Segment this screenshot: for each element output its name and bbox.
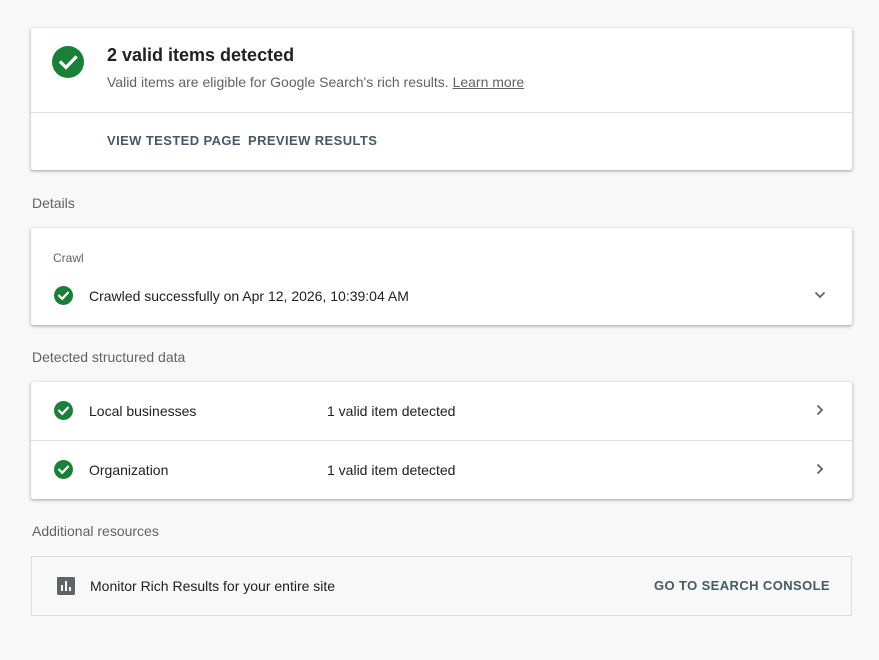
summary-subtitle-text: Valid items are eligible for Google Sear… — [107, 74, 449, 90]
additional-resources-section-label: Additional resources — [32, 523, 159, 539]
item-name: Local businesses — [89, 403, 197, 419]
summary-subtitle: Valid items are eligible for Google Sear… — [107, 74, 524, 90]
item-status: 1 valid item detected — [327, 403, 456, 419]
chevron-right-icon[interactable] — [812, 402, 828, 418]
resources-text: Monitor Rich Results for your entire sit… — [90, 578, 336, 594]
check-circle-icon — [54, 460, 73, 479]
summary-title: 2 valid items detected — [107, 45, 295, 65]
crawl-status: Crawled successfully on Apr 12, 2026, 10… — [89, 288, 409, 304]
details-section-label: Details — [32, 195, 75, 211]
go-to-search-console-button[interactable]: GO TO SEARCH CONSOLE — [654, 578, 830, 593]
item-status: 1 valid item detected — [327, 462, 456, 478]
chevron-right-icon[interactable] — [812, 461, 828, 477]
chevron-down-icon[interactable] — [812, 287, 828, 303]
crawl-card[interactable]: Crawl Crawled successfully on Apr 12, 20… — [31, 228, 852, 325]
bar-chart-icon — [57, 577, 75, 595]
learn-more-link[interactable]: Learn more — [453, 74, 525, 90]
check-circle-icon — [52, 46, 84, 78]
summary-card: 2 valid items detected Valid items are e… — [31, 28, 852, 170]
check-circle-icon — [54, 286, 73, 305]
structured-data-card: Local businesses 1 valid item detected O… — [31, 382, 852, 499]
structured-data-section-label: Detected structured data — [32, 349, 186, 365]
resources-card: Monitor Rich Results for your entire sit… — [31, 556, 852, 616]
check-circle-icon — [54, 401, 73, 420]
view-tested-page-button[interactable]: VIEW TESTED PAGE — [107, 133, 241, 148]
crawl-label: Crawl — [53, 251, 84, 265]
list-item-organization[interactable]: Organization 1 valid item detected — [31, 441, 852, 499]
divider — [31, 112, 852, 113]
item-name: Organization — [89, 462, 169, 478]
preview-results-button[interactable]: PREVIEW RESULTS — [248, 133, 377, 148]
list-item-local-businesses[interactable]: Local businesses 1 valid item detected — [31, 382, 852, 441]
